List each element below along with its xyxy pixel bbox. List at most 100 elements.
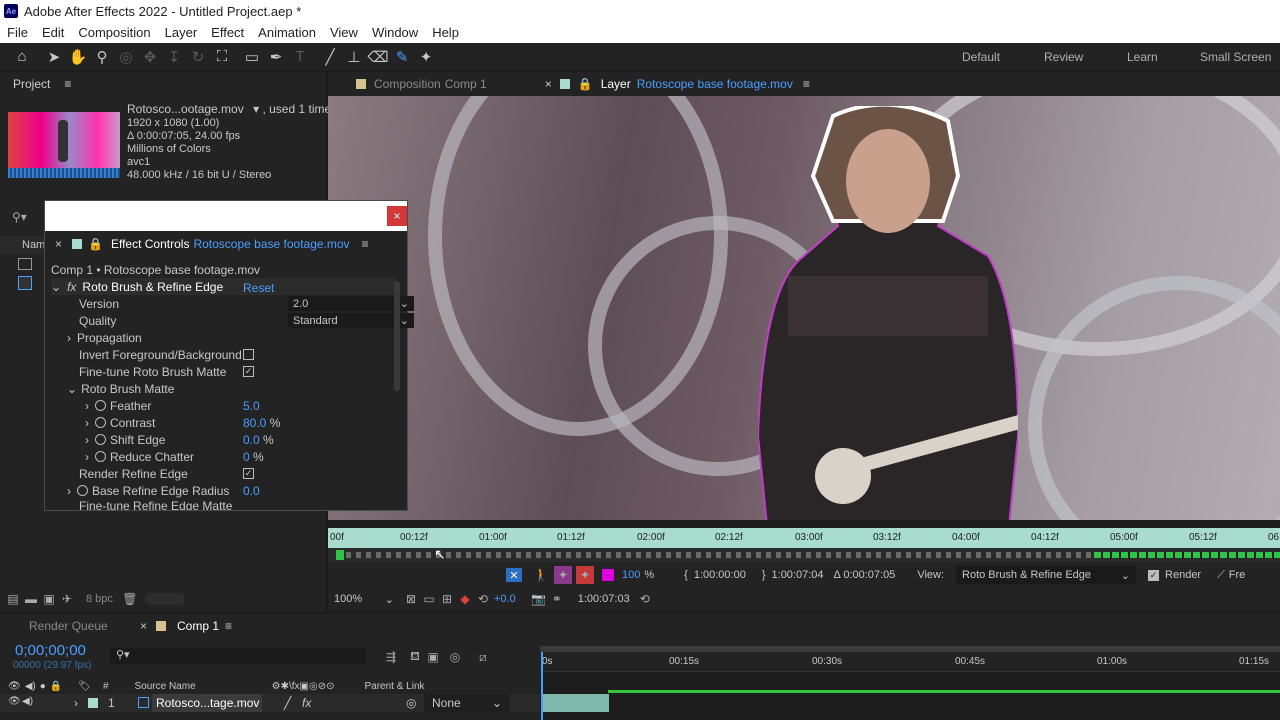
timeline-track[interactable] xyxy=(540,672,1280,720)
timecode[interactable]: 0;00;00;00 xyxy=(15,642,86,659)
menu-help[interactable]: Help xyxy=(432,25,459,40)
graph-editor-icon[interactable]: ⧄ xyxy=(474,648,492,666)
puppet-tool-icon[interactable]: ✦ xyxy=(414,45,438,69)
tab-comp-1[interactable]: Comp 1 xyxy=(177,614,219,638)
workspace-default[interactable]: Default xyxy=(962,50,1000,64)
guides-icon[interactable]: ⊞ xyxy=(438,590,456,608)
timeline-ruler[interactable]: 0s 00:15s 00:30s 00:45s 01:00s 01:15s xyxy=(540,652,1280,672)
panel-menu-icon[interactable]: ≡ xyxy=(225,614,232,638)
shy-layers-icon[interactable]: ▣ xyxy=(424,648,442,666)
fx-icon[interactable]: fx xyxy=(302,696,311,710)
set-in-icon[interactable]: { xyxy=(684,569,688,581)
view-dropdown[interactable]: Roto Brush & Refine Edge ⌄ xyxy=(956,566,1137,584)
overlay-opacity[interactable]: 100 xyxy=(622,569,640,581)
brush-tool-icon[interactable]: ╱ xyxy=(318,45,342,69)
lock-icon[interactable]: 🔒 xyxy=(578,77,593,91)
stopwatch-icon[interactable] xyxy=(95,400,106,411)
clone-tool-icon[interactable]: ⊥ xyxy=(342,45,366,69)
layer-viewer[interactable] xyxy=(328,96,1280,520)
layer-row[interactable]: 👁 ◀) › 1 Rotosco...tage.mov ╱ fx ◎ None ⌄ xyxy=(0,694,540,712)
chevron-right-icon[interactable]: › xyxy=(85,433,89,447)
new-comp-icon[interactable]: ▣ xyxy=(40,590,58,608)
menu-window[interactable]: Window xyxy=(372,25,418,40)
close-icon[interactable]: × xyxy=(387,206,407,226)
roto-brush-tool-icon[interactable]: ✎ xyxy=(390,45,414,69)
audio-icon[interactable]: ◀) xyxy=(25,681,36,692)
base-radius-value[interactable]: 0.0 xyxy=(243,484,260,498)
col-source-name[interactable]: Source Name xyxy=(135,681,196,692)
stopwatch-icon[interactable] xyxy=(95,451,106,462)
region-of-interest-icon[interactable]: ▭ xyxy=(420,590,438,608)
menu-layer[interactable]: Layer xyxy=(165,25,198,40)
timeline-search-input[interactable]: ⚲▾ xyxy=(110,648,366,664)
home-icon[interactable]: ⌂ xyxy=(10,45,34,69)
overlay-color-swatch[interactable] xyxy=(602,569,614,581)
tab-layer-name[interactable]: Rotoscope base footage.mov xyxy=(637,77,793,91)
chatter-value[interactable]: 0 xyxy=(243,450,250,464)
alpha-overlay-icon[interactable]: ✦ xyxy=(554,566,572,584)
project-panel-title[interactable]: Project xyxy=(13,77,50,91)
chevron-right-icon[interactable]: › xyxy=(85,399,89,413)
color-management-icon[interactable]: ⟲ xyxy=(474,590,492,608)
menu-file[interactable]: File xyxy=(7,25,28,40)
audio-icon[interactable]: ◀) xyxy=(22,696,33,707)
panel-menu-icon[interactable]: ≡ xyxy=(64,77,71,91)
freeze-icon[interactable]: ⟋ xyxy=(1217,569,1225,582)
chevron-right-icon[interactable]: › xyxy=(74,696,78,710)
exposure-value[interactable]: +0.0 xyxy=(494,593,516,605)
magnification-dropdown[interactable]: 100% ⌄ xyxy=(334,593,394,606)
bpc-label[interactable]: 8 bpc xyxy=(86,593,113,605)
collapse-icon[interactable]: ╱ xyxy=(284,696,291,710)
invert-checkbox[interactable] xyxy=(243,349,254,360)
label-icon[interactable]: 🏷 xyxy=(78,681,91,692)
stopwatch-icon[interactable] xyxy=(95,434,106,445)
stopwatch-icon[interactable] xyxy=(77,485,88,496)
tab-composition[interactable]: Composition xyxy=(374,77,441,91)
close-icon[interactable]: × xyxy=(545,77,552,91)
menu-animation[interactable]: Animation xyxy=(258,25,316,40)
thumbnail-slider[interactable] xyxy=(144,593,185,605)
solo-icon[interactable]: ● xyxy=(40,681,46,692)
fx-icon[interactable]: fx xyxy=(67,280,76,294)
col-parent-link[interactable]: Parent & Link xyxy=(364,681,424,692)
roto-mode-icon[interactable]: ✕ xyxy=(506,568,522,582)
contrast-value[interactable]: 80.0 xyxy=(243,416,266,430)
parent-dropdown[interactable]: None ⌄ xyxy=(424,694,510,712)
set-out-icon[interactable]: } xyxy=(762,569,766,581)
close-icon[interactable]: × xyxy=(140,614,147,638)
current-time[interactable]: 1:00:07:03 xyxy=(578,593,630,605)
close-icon[interactable]: × xyxy=(55,237,62,251)
scrollbar[interactable] xyxy=(394,281,400,391)
menu-view[interactable]: View xyxy=(330,25,358,40)
chevron-right-icon[interactable]: › xyxy=(85,450,89,464)
comp-mini-flowchart-icon[interactable]: ⇶ xyxy=(382,648,400,666)
menu-edit[interactable]: Edit xyxy=(42,25,64,40)
chevron-right-icon[interactable]: › xyxy=(67,484,71,498)
menu-effect[interactable]: Effect xyxy=(211,25,244,40)
selection-tool-icon[interactable]: ➤ xyxy=(42,45,66,69)
effect-controls-file[interactable]: Rotoscope base footage.mov xyxy=(193,237,349,251)
panel-menu-icon[interactable]: ≡ xyxy=(803,77,810,91)
chevron-down-icon[interactable]: ▾ xyxy=(253,102,259,116)
label-swatch[interactable] xyxy=(88,698,98,708)
comp-item-icon[interactable] xyxy=(18,258,32,270)
show-snapshot-icon[interactable]: ⚭ xyxy=(548,590,566,608)
new-folder-icon[interactable]: ▬ xyxy=(22,590,40,608)
trash-icon[interactable]: 🗑 xyxy=(121,590,139,608)
project-col-name[interactable]: Nam xyxy=(0,236,45,254)
frame-blending-icon[interactable]: ◎ xyxy=(446,648,464,666)
hand-tool-icon[interactable]: ✋ xyxy=(66,45,90,69)
layer-bar[interactable] xyxy=(541,694,609,712)
anchor-tool-icon[interactable]: ⛶ xyxy=(210,45,234,69)
eraser-tool-icon[interactable]: ⌫ xyxy=(366,45,390,69)
chevron-down-icon[interactable]: ⌄ xyxy=(51,280,61,294)
feather-value[interactable]: 5.0 xyxy=(243,399,260,413)
color-channels-icon[interactable]: ◆ xyxy=(456,590,474,608)
chevron-right-icon[interactable]: › xyxy=(85,416,89,430)
chevron-down-icon[interactable]: ⌄ xyxy=(67,382,77,396)
boundary-icon[interactable]: ✦ xyxy=(576,566,594,584)
layer-name[interactable]: Rotosco...tage.mov xyxy=(152,694,262,712)
reset-button[interactable]: Reset xyxy=(243,281,274,295)
chevron-right-icon[interactable]: › xyxy=(67,331,71,345)
interpret-footage-icon[interactable]: ▤ xyxy=(4,590,22,608)
